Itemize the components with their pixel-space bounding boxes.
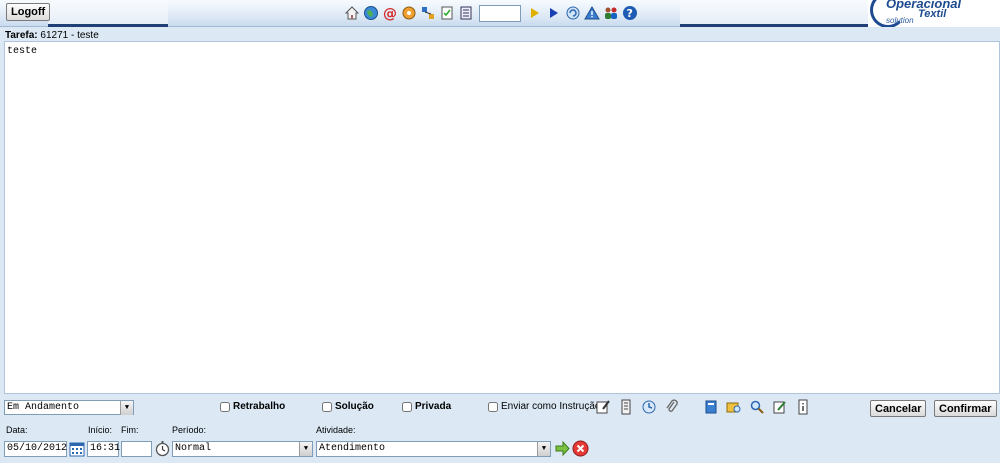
stopwatch-icon[interactable] <box>154 440 171 457</box>
script-icon[interactable] <box>617 398 634 415</box>
task-text-editor[interactable] <box>4 41 1000 394</box>
start-time-field[interactable]: 16:31 <box>87 441 120 457</box>
calendar-icon[interactable] <box>69 441 85 457</box>
search-folder-icon[interactable] <box>725 398 742 415</box>
rework-label: Retrabalho <box>233 401 286 412</box>
warning-icon[interactable] <box>583 5 600 22</box>
toolbar-search-input[interactable] <box>479 4 521 22</box>
start-label: Início: <box>88 425 113 435</box>
solution-checkbox-group[interactable]: Solução <box>322 401 374 412</box>
activity-select-value: Atendimento <box>319 443 386 454</box>
private-checkbox-group[interactable]: Privada <box>402 401 451 412</box>
close-icon[interactable] <box>572 440 589 457</box>
end-label: Fim: <box>121 425 139 435</box>
solution-checkbox[interactable] <box>322 401 332 412</box>
date-label: Data: <box>6 425 28 435</box>
people-icon[interactable] <box>602 5 619 22</box>
chevron-down-icon[interactable]: ▼ <box>299 442 312 456</box>
play-next-icon[interactable] <box>545 5 562 22</box>
send-instruction-checkbox[interactable] <box>488 401 498 412</box>
help-icon[interactable]: ? <box>621 5 638 22</box>
task-header: Tarefa: 61271 - teste <box>5 30 99 41</box>
private-label: Privada <box>415 401 452 412</box>
globe-icon[interactable] <box>362 5 379 22</box>
email-icon[interactable]: @ <box>381 5 398 22</box>
checklist-icon[interactable] <box>438 5 455 22</box>
rework-checkbox-group[interactable]: Retrabalho <box>220 401 285 412</box>
activity-label: Atividade: <box>316 425 356 435</box>
status-select-value: Em Andamento <box>7 402 80 413</box>
period-select-value: Normal <box>175 443 212 454</box>
logo-line2: Textil <box>918 8 947 20</box>
play-icon[interactable] <box>526 5 543 22</box>
period-select[interactable]: Normal ▼ <box>172 441 313 457</box>
date-field[interactable]: 05/10/2012 <box>4 441 67 457</box>
logo-line3: solution <box>886 16 914 25</box>
info-icon[interactable] <box>794 398 811 415</box>
logoff-button[interactable]: Logoff <box>6 3 51 21</box>
header-decoration-right <box>680 0 870 27</box>
svg-text:?: ? <box>626 7 632 20</box>
activity-select[interactable]: Atendimento ▼ <box>316 441 551 457</box>
task-title: - teste <box>70 30 99 41</box>
task-action-icons <box>594 398 811 415</box>
private-checkbox[interactable] <box>402 401 412 412</box>
svg-text:@: @ <box>383 6 397 21</box>
task-number: 61271 <box>40 30 69 41</box>
book-icon[interactable] <box>702 398 719 415</box>
rework-checkbox[interactable] <box>220 401 230 412</box>
end-time-field[interactable] <box>121 441 152 457</box>
confirm-button[interactable]: Confirmar <box>934 400 997 417</box>
task-label: Tarefa: <box>5 30 38 41</box>
main-toolbar: @ ? <box>343 3 638 23</box>
magnifier-icon[interactable] <box>748 398 765 415</box>
cancel-button[interactable]: Cancelar <box>870 400 927 417</box>
home-icon[interactable] <box>343 5 360 22</box>
send-instruction-checkbox-group[interactable]: Enviar como Instrução <box>488 401 601 412</box>
edit-note-icon[interactable] <box>594 398 611 415</box>
company-logo: Operacional Textil solution <box>868 0 1000 27</box>
period-label: Período: <box>172 425 207 435</box>
header-decoration-left <box>48 0 168 27</box>
network-icon[interactable] <box>419 5 436 22</box>
attach-icon[interactable] <box>663 398 680 415</box>
tools-icon[interactable] <box>400 5 417 22</box>
chevron-down-icon[interactable]: ▼ <box>120 401 133 415</box>
pencil-icon[interactable] <box>771 398 788 415</box>
top-header: Logoff @ ? Operacional Textil solution <box>0 0 1000 27</box>
status-select[interactable]: Em Andamento ▼ <box>4 400 134 415</box>
chevron-down-icon[interactable]: ▼ <box>537 442 550 456</box>
document-icon[interactable] <box>457 5 474 22</box>
go-arrow-icon[interactable] <box>554 440 571 457</box>
solution-label: Solução <box>335 401 374 412</box>
history-icon[interactable] <box>640 398 657 415</box>
send-instruction-label: Enviar como Instrução <box>501 401 601 412</box>
refresh-icon[interactable] <box>564 5 581 22</box>
